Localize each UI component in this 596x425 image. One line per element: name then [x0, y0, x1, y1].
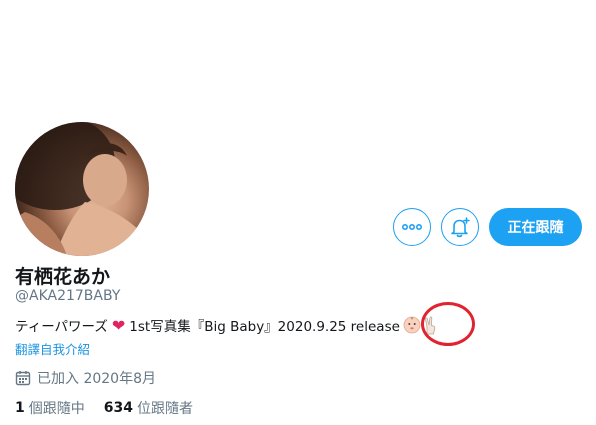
follow-counts: 1 個跟隨中 634 位跟隨者 — [15, 398, 212, 418]
following-label: 個跟隨中 — [28, 401, 85, 417]
bio-text-end: 1st写真集『Big Baby』2020.9.25 release — [129, 319, 400, 335]
bell-plus-icon — [451, 217, 470, 238]
followers-label: 位跟隨者 — [136, 401, 193, 417]
profile-page: 正在跟隨 有栖花あか @AKA217BABY ティーパワーズ ❤ 1st写真集『… — [0, 0, 596, 425]
avatar-photo — [15, 122, 149, 256]
followers-count: 634 — [103, 400, 133, 416]
bio-text-start: ティーパワーズ — [15, 319, 108, 335]
calendar-icon — [15, 371, 31, 386]
following-button[interactable]: 正在跟隨 — [489, 208, 582, 246]
baby-face-icon — [403, 316, 421, 334]
join-date: 已加入 2020年8月 — [15, 368, 156, 388]
profile-actions: 正在跟隨 — [393, 208, 582, 246]
more-options-button[interactable] — [393, 208, 431, 246]
join-date-text: 已加入 2020年8月 — [37, 371, 156, 387]
bio: ティーパワーズ ❤ 1st写真集『Big Baby』2020.9.25 rele… — [15, 315, 441, 335]
user-handle: @AKA217BABY — [15, 288, 121, 304]
followers-count-link[interactable]: 634 位跟隨者 — [104, 398, 193, 418]
avatar[interactable] — [15, 122, 149, 256]
more-horizontal-icon — [402, 224, 422, 230]
following-count: 1 — [15, 400, 25, 416]
translate-bio-link[interactable]: 翻譯自我介紹 — [15, 339, 90, 358]
following-count-link[interactable]: 1 個跟隨中 — [15, 398, 85, 418]
notifications-button[interactable] — [441, 208, 479, 246]
heart-icon: ❤ — [111, 315, 126, 335]
annotation-circle — [421, 302, 475, 346]
display-name: 有栖花あか — [15, 266, 111, 288]
